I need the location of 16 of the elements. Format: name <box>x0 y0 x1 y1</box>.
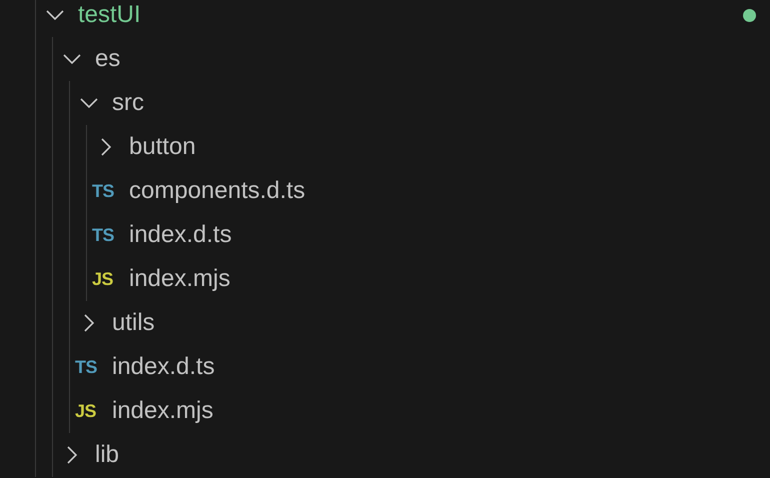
file-name[interactable]: index.mjs <box>129 267 230 291</box>
file-name[interactable]: index.d.ts <box>112 355 215 379</box>
folder-name[interactable]: testUI <box>78 3 141 27</box>
folder-name[interactable]: button <box>129 135 196 159</box>
file-type-icon: TS <box>75 354 112 380</box>
folder-name[interactable]: utils <box>112 311 155 335</box>
file-name[interactable]: index.mjs <box>112 399 214 423</box>
file-type-icon: JS <box>92 266 129 292</box>
file-name[interactable]: index.d.ts <box>129 223 232 247</box>
folder-name[interactable]: es <box>95 47 120 71</box>
folder-name[interactable]: src <box>112 91 144 115</box>
folder-name[interactable]: lib <box>95 443 120 467</box>
file-type-icon: TS <box>92 178 129 204</box>
file-type-icon: JS <box>75 398 112 424</box>
file-type-icon: TS <box>92 222 129 248</box>
file-name[interactable]: components.d.ts <box>129 179 306 203</box>
